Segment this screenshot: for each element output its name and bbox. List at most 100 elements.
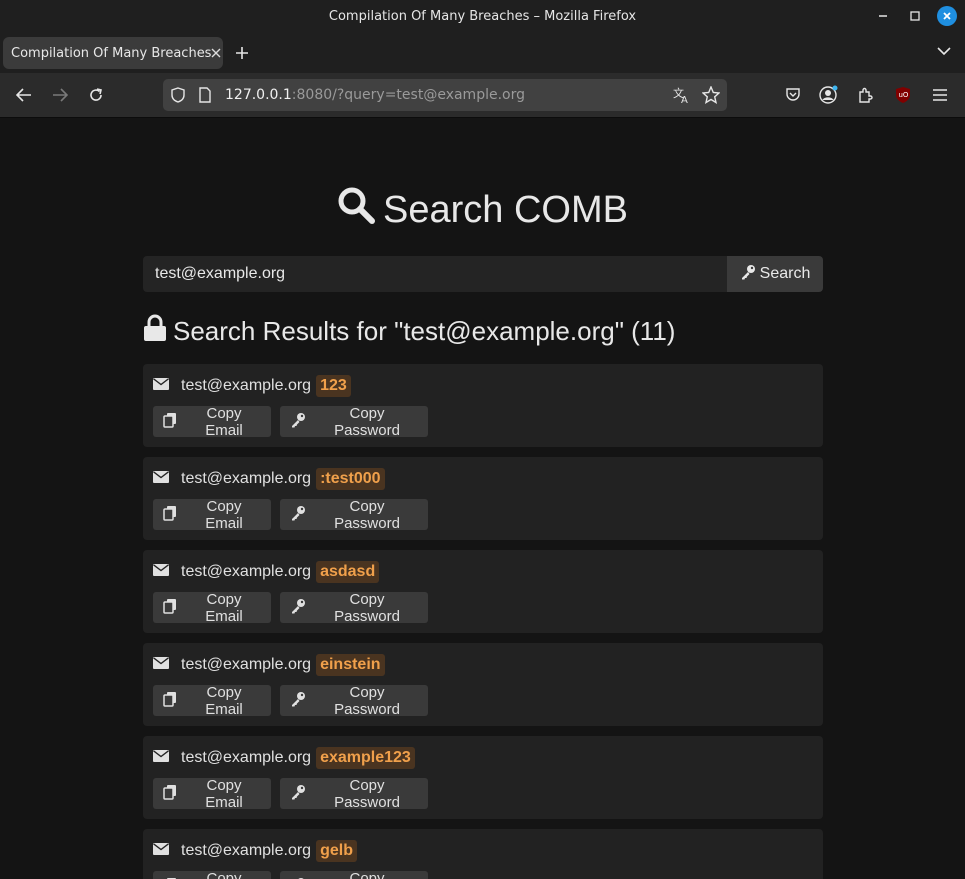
- copy-password-label: Copy Password: [349, 869, 385, 879]
- copy-password-button[interactable]: Copy Password: [280, 869, 428, 879]
- forward-icon[interactable]: [46, 73, 74, 117]
- result-header: test@example.org einstein: [153, 654, 385, 676]
- bookmark-star-icon[interactable]: [701, 85, 721, 109]
- translate-icon[interactable]: 文A: [673, 86, 691, 109]
- copy-email-label: Copy Email: [205, 404, 243, 439]
- result-card: test@example.org asdasd Copy Email Copy …: [143, 550, 823, 633]
- tab-close-icon[interactable]: [211, 45, 221, 61]
- copy-password-button[interactable]: Copy Password: [280, 776, 428, 811]
- search-button[interactable]: Search: [727, 256, 823, 292]
- result-card: test@example.org einstein Copy Email Cop…: [143, 643, 823, 726]
- copy-password-button[interactable]: Copy Password: [280, 405, 428, 439]
- copy-email-button[interactable]: Copy Email: [153, 497, 271, 532]
- copy-icon: [163, 505, 177, 525]
- envelope-icon: [153, 470, 169, 488]
- result-email: test@example.org: [181, 749, 312, 766]
- menu-hamburger-icon[interactable]: [926, 73, 954, 117]
- copy-email-label: Copy Email: [205, 497, 243, 532]
- key-icon: [290, 784, 306, 804]
- url-bar[interactable]: 127.0.0.1:8080/?query=test@example.org 文…: [163, 79, 727, 111]
- envelope-icon: [153, 749, 169, 767]
- tab-label: Compilation Of Many Breaches: [11, 45, 212, 61]
- tab-active[interactable]: Compilation Of Many Breaches: [3, 37, 223, 69]
- copy-email-label: Copy Email: [205, 683, 243, 718]
- copy-email-button[interactable]: Copy Email: [153, 776, 271, 811]
- lock-icon: [143, 314, 167, 349]
- copy-icon: [163, 691, 177, 711]
- result-card: test@example.org example123 Copy Email C…: [143, 736, 823, 819]
- result-header: test@example.org asdasd: [153, 561, 380, 583]
- key-icon: [290, 691, 306, 711]
- window-controls: [873, 6, 957, 26]
- result-password: einstein: [316, 654, 385, 676]
- results-list: test@example.org 123 Copy Email Copy Pas…: [143, 364, 823, 879]
- result-card: test@example.org 123 Copy Email Copy Pas…: [143, 364, 823, 447]
- new-tab-icon[interactable]: [235, 39, 249, 67]
- envelope-icon: [153, 563, 169, 581]
- page-heading: Search COMB: [0, 186, 965, 234]
- copy-email-button[interactable]: Copy Email: [153, 404, 271, 439]
- result-email: test@example.org: [181, 842, 312, 859]
- copy-password-label: Copy Password: [334, 683, 400, 718]
- back-icon[interactable]: [10, 73, 38, 117]
- copy-password-button[interactable]: Copy Password: [280, 590, 428, 625]
- copy-email-button[interactable]: Copy Email: [153, 869, 271, 879]
- envelope-icon: [153, 842, 169, 860]
- copy-icon: [163, 784, 177, 804]
- copy-email-button[interactable]: Copy Email: [153, 590, 271, 625]
- result-header: test@example.org 123: [153, 375, 351, 397]
- envelope-icon: [153, 656, 169, 674]
- tab-bar: Compilation Of Many Breaches: [0, 33, 965, 73]
- result-password: :test000: [316, 468, 385, 490]
- close-window-icon[interactable]: [937, 6, 957, 26]
- copy-email-label: Copy Email: [205, 590, 243, 625]
- url-text[interactable]: 127.0.0.1:8080/?query=test@example.org: [225, 87, 525, 103]
- window-title: Compilation Of Many Breaches – Mozilla F…: [328, 9, 637, 24]
- results-title-text: Search Results for "test@example.org" (1…: [173, 316, 676, 346]
- result-password: gelb: [316, 840, 357, 862]
- result-password: example123: [316, 747, 415, 769]
- maximize-icon[interactable]: [905, 6, 925, 26]
- result-header: test@example.org gelb: [153, 840, 357, 862]
- copy-email-label: Copy Email: [206, 869, 242, 879]
- minimize-icon[interactable]: [873, 6, 893, 26]
- results-heading: Search Results for "test@example.org" (1…: [143, 314, 675, 349]
- result-header: test@example.org :test000: [153, 468, 385, 490]
- pocket-icon[interactable]: [779, 73, 807, 117]
- result-actions: Copy Email Copy Password: [153, 404, 428, 439]
- result-email: test@example.org: [181, 470, 312, 487]
- ublock-origin-icon[interactable]: uO: [889, 73, 917, 117]
- search-icon: [337, 186, 376, 234]
- page-title: Search COMB: [383, 188, 628, 231]
- copy-password-button[interactable]: Copy Password: [280, 683, 428, 718]
- copy-password-label: Copy Password: [334, 776, 400, 811]
- tracking-protection-shield-icon[interactable]: [171, 87, 185, 108]
- key-icon: [740, 264, 756, 285]
- reload-icon[interactable]: [82, 73, 110, 117]
- copy-password-label: Copy Password: [334, 590, 400, 625]
- copy-icon: [163, 412, 177, 432]
- result-header: test@example.org example123: [153, 747, 415, 769]
- search-input[interactable]: [143, 256, 727, 292]
- page-info-icon[interactable]: [199, 87, 211, 108]
- result-card: test@example.org :test000 Copy Email Cop…: [143, 457, 823, 540]
- result-actions: Copy Email Copy Password: [153, 869, 428, 879]
- result-card: test@example.org gelb Copy Email Copy Pa…: [143, 829, 823, 879]
- url-path: :8080/?query=test@example.org: [291, 87, 525, 103]
- result-actions: Copy Email Copy Password: [153, 683, 428, 718]
- copy-email-button[interactable]: Copy Email: [153, 683, 271, 718]
- copy-password-button[interactable]: Copy Password: [280, 497, 428, 532]
- list-all-tabs-icon[interactable]: [937, 43, 951, 61]
- copy-email-label: Copy Email: [205, 776, 243, 811]
- svg-text:A: A: [681, 95, 688, 104]
- result-actions: Copy Email Copy Password: [153, 590, 428, 625]
- extensions-icon[interactable]: [851, 73, 879, 117]
- account-icon[interactable]: [815, 73, 843, 117]
- key-icon: [290, 505, 306, 525]
- result-actions: Copy Email Copy Password: [153, 776, 428, 811]
- result-password: 123: [316, 375, 351, 397]
- result-email: test@example.org: [181, 377, 312, 394]
- navigation-toolbar: 127.0.0.1:8080/?query=test@example.org 文…: [0, 73, 965, 118]
- result-email: test@example.org: [181, 563, 312, 580]
- copy-password-label: Copy Password: [334, 497, 400, 532]
